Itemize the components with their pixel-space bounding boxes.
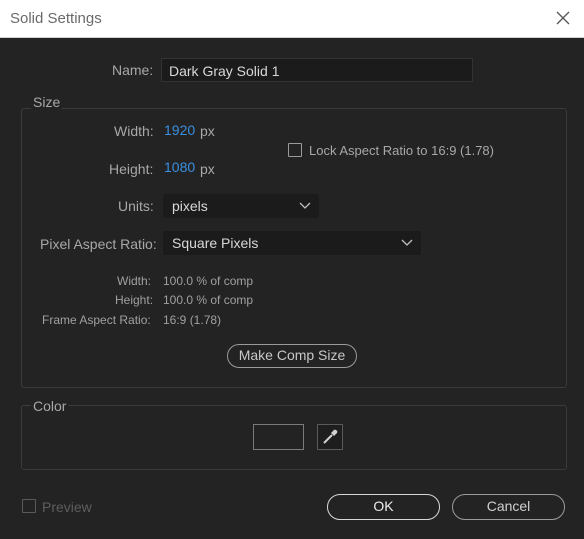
height-label: Height: <box>109 161 154 177</box>
lock-aspect-label[interactable]: Lock Aspect Ratio to 16:9 (1.78) <box>309 143 494 158</box>
width-label: Width: <box>114 123 154 139</box>
cancel-button[interactable]: Cancel <box>452 494 565 520</box>
preview-checkbox[interactable] <box>22 499 36 513</box>
eyedropper-icon <box>323 429 338 444</box>
size-group-label: Size <box>31 94 63 110</box>
ok-button[interactable]: OK <box>327 494 440 520</box>
width-value[interactable]: 1920 <box>164 122 195 138</box>
eyedropper-button[interactable] <box>317 424 343 450</box>
units-dropdown[interactable]: pixels <box>163 194 319 218</box>
make-comp-size-button[interactable]: Make Comp Size <box>227 344 357 368</box>
units-dropdown-value: pixels <box>172 198 208 214</box>
frame-aspect-ratio-label: Frame Aspect Ratio: <box>42 313 151 327</box>
height-value[interactable]: 1080 <box>164 159 195 175</box>
preview-label[interactable]: Preview <box>42 499 92 515</box>
name-label: Name: <box>112 62 154 78</box>
color-group-label: Color <box>31 398 69 414</box>
name-field[interactable]: Dark Gray Solid 1 <box>161 58 473 82</box>
color-swatch[interactable] <box>253 424 304 450</box>
pixel-aspect-ratio-dropdown[interactable]: Square Pixels <box>163 231 421 255</box>
chevron-down-icon <box>401 239 413 246</box>
close-icon[interactable] <box>554 9 572 27</box>
info-height-label: Height: <box>115 293 154 307</box>
info-width-label: Width: <box>117 274 152 288</box>
height-unit: px <box>200 161 215 177</box>
window-title: Solid Settings <box>10 10 102 27</box>
width-unit: px <box>200 123 215 139</box>
title-bar: Solid Settings <box>0 0 584 38</box>
chevron-down-icon <box>299 202 311 209</box>
units-label: Units: <box>118 198 154 214</box>
info-width-value: 100.0 % of comp <box>163 274 254 288</box>
info-height-value: 100.0 % of comp <box>163 293 254 307</box>
pixel-aspect-ratio-value: Square Pixels <box>172 235 259 251</box>
frame-aspect-ratio-value: 16:9 (1.78) <box>163 313 222 327</box>
lock-aspect-checkbox[interactable] <box>288 143 302 157</box>
pixel-aspect-ratio-label: Pixel Aspect Ratio: <box>40 236 157 252</box>
